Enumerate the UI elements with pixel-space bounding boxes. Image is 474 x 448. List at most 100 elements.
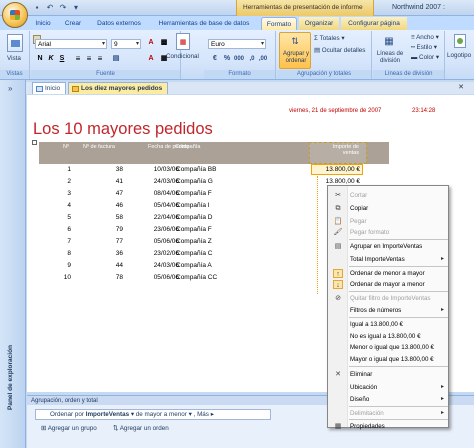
gridlines-button[interactable]: Líneas de división — [375, 51, 405, 65]
sort-level-row[interactable]: Ordenar por ImporteVentas ▾ de mayor a m… — [35, 409, 271, 420]
cell-compania[interactable]: Compañía F — [176, 190, 256, 197]
cell-compania[interactable]: Compañía BB — [176, 166, 256, 173]
line-color-button[interactable]: ▬ Color ▾ — [411, 54, 439, 61]
doc-tab-diez-mayores[interactable]: Los diez mayores pedidos — [68, 82, 169, 94]
cell-fecha[interactable]: 05/06/06 — [141, 274, 179, 281]
gridlines-icon[interactable]: ▤ — [111, 54, 121, 64]
add-group-button[interactable]: ⊞ Agregar un grupo — [41, 425, 97, 432]
sort-more[interactable]: Más — [197, 411, 209, 418]
tab-herramientas-bd[interactable]: Herramientas de base de datos — [152, 17, 256, 30]
line-style-button[interactable]: ┅ Estilo ▾ — [411, 44, 437, 51]
sort-field[interactable]: ImporteVentas — [86, 411, 129, 418]
align-right-icon[interactable]: ≡ — [95, 54, 105, 64]
cell-fecha[interactable]: 10/03/06 — [141, 166, 179, 173]
cell-compania[interactable]: Compañía A — [176, 262, 256, 269]
cell-num[interactable]: 7 — [55, 238, 71, 245]
cell-fecha[interactable]: 23/06/06 — [141, 226, 179, 233]
close-document-icon[interactable]: ✕ — [458, 83, 464, 91]
menu-item-6[interactable]: Total ImporteVentas ▸ — [328, 254, 450, 265]
decrease-decimal-icon[interactable]: ,00 — [258, 54, 268, 64]
cell-num[interactable]: 6 — [55, 226, 71, 233]
italic-icon[interactable]: K — [46, 54, 56, 64]
menu-item-12[interactable]: No es igual a 13.800,00 € — [328, 331, 450, 342]
logo-button[interactable]: Logotipo — [447, 52, 471, 59]
cell-compania[interactable]: Compañía G — [176, 178, 256, 185]
cell-num[interactable]: 2 — [55, 178, 71, 185]
header-factura[interactable]: Nº de factura — [83, 144, 123, 150]
cell-factura[interactable]: 38 — [87, 166, 123, 173]
header-num[interactable]: Nº — [63, 144, 69, 150]
report-title[interactable]: Los 10 mayores pedidos — [33, 120, 213, 139]
cell-num[interactable]: 1 — [55, 166, 71, 173]
underline-icon[interactable]: S — [57, 54, 67, 64]
tab-configurar-pagina[interactable]: Configurar página — [341, 17, 407, 30]
cell-factura[interactable]: 79 — [87, 226, 123, 233]
header-compania[interactable]: Compañía — [175, 144, 200, 150]
cell-fecha[interactable]: 24/03/06 — [141, 178, 179, 185]
tab-formato[interactable]: Formato — [261, 17, 297, 30]
cell-factura[interactable]: 47 — [87, 190, 123, 197]
cell-factura[interactable]: 46 — [87, 202, 123, 209]
cell-importe[interactable]: 13.800,00 € — [312, 178, 360, 185]
totals-button[interactable]: Σ Totales ▾ — [314, 35, 345, 42]
cell-fecha[interactable]: 23/02/06 — [141, 250, 179, 257]
cell-fecha[interactable]: 24/03/06 — [141, 262, 179, 269]
font-color-2-icon[interactable]: A — [146, 54, 156, 64]
menu-item-11[interactable]: Igual a 13.800,00 € — [328, 319, 450, 330]
cell-num[interactable]: 3 — [55, 190, 71, 197]
menu-item-16[interactable]: Ubicación ▸ — [328, 382, 450, 393]
menu-item-13[interactable]: Menor o igual que 13.800,00 € — [328, 342, 450, 353]
cell-fecha[interactable]: 22/04/06 — [141, 214, 179, 221]
nav-pane-toggle-icon[interactable]: » — [8, 84, 12, 93]
group-sort-button[interactable]: Agrupar y ordenar — [281, 51, 311, 65]
office-button[interactable] — [2, 2, 28, 28]
menu-item-10[interactable]: Filtros de números ▸ — [328, 305, 450, 316]
cell-compania[interactable]: Compañía I — [176, 202, 256, 209]
doc-tab-inicio[interactable]: Inicio — [32, 82, 67, 94]
cell-num[interactable]: 4 — [55, 202, 71, 209]
font-name-select[interactable]: Arial — [35, 39, 107, 49]
tab-datos-externos[interactable]: Datos externos — [90, 17, 148, 30]
line-width-button[interactable]: ≡ Ancho ▾ — [411, 34, 439, 41]
font-color-icon[interactable]: A — [146, 38, 156, 48]
menu-item-17[interactable]: Diseño ▸ — [328, 394, 450, 405]
undo-icon[interactable]: ↶ — [45, 3, 55, 13]
bold-icon[interactable]: N — [35, 54, 45, 64]
cell-factura[interactable]: 78 — [87, 274, 123, 281]
view-button[interactable]: Vista — [7, 55, 21, 62]
cell-compania[interactable]: Compañía D — [176, 214, 256, 221]
navigation-pane[interactable]: » Panel de exploración — [0, 80, 26, 448]
thousands-icon[interactable]: 000 — [234, 54, 244, 64]
align-left-icon[interactable]: ≡ — [73, 54, 83, 64]
cell-compania[interactable]: Compañía C — [176, 250, 256, 257]
number-format-select[interactable]: Euro — [208, 39, 266, 49]
cell-factura[interactable]: 41 — [87, 178, 123, 185]
menu-item-15[interactable]: ✕ Eliminar — [328, 369, 450, 380]
layout-selector-icon[interactable] — [32, 140, 37, 145]
menu-item-7[interactable]: ↑ Ordenar de menor a mayor — [328, 268, 450, 279]
cell-fecha[interactable]: 05/04/06 — [141, 202, 179, 209]
cell-factura[interactable]: 44 — [87, 262, 123, 269]
sort-order[interactable]: de mayor a menor — [136, 411, 187, 418]
cell-fecha[interactable]: 08/04/06 — [141, 190, 179, 197]
tab-crear[interactable]: Crear — [60, 17, 86, 30]
cell-num[interactable]: 9 — [55, 262, 71, 269]
increase-decimal-icon[interactable]: ,0 — [247, 54, 257, 64]
tab-inicio[interactable]: Inicio — [32, 17, 54, 30]
cell-num[interactable]: 8 — [55, 250, 71, 257]
redo-icon[interactable]: ↷ — [58, 3, 68, 13]
add-sort-button[interactable]: ⇅ Agregar un orden — [113, 425, 169, 432]
cell-factura[interactable]: 36 — [87, 250, 123, 257]
menu-item-19[interactable]: ▦ Propiedades — [328, 421, 450, 432]
cell-factura[interactable]: 77 — [87, 238, 123, 245]
menu-item-8[interactable]: ↓ Ordenar de mayor a menor — [328, 279, 450, 290]
cell-fecha[interactable]: 05/06/06 — [141, 238, 179, 245]
tab-organizar[interactable]: Organizar — [299, 17, 339, 30]
percent-icon[interactable]: % — [222, 54, 232, 64]
menu-item-5[interactable]: ▤ Agrupar en ImporteVentas — [328, 241, 450, 252]
font-size-select[interactable]: 9 — [111, 39, 141, 49]
cell-factura[interactable]: 58 — [87, 214, 123, 221]
save-icon[interactable]: ▪ — [32, 3, 42, 13]
hide-details-button[interactable]: ▤ Ocultar detalles — [314, 47, 365, 54]
currency-icon[interactable]: € — [210, 54, 220, 64]
